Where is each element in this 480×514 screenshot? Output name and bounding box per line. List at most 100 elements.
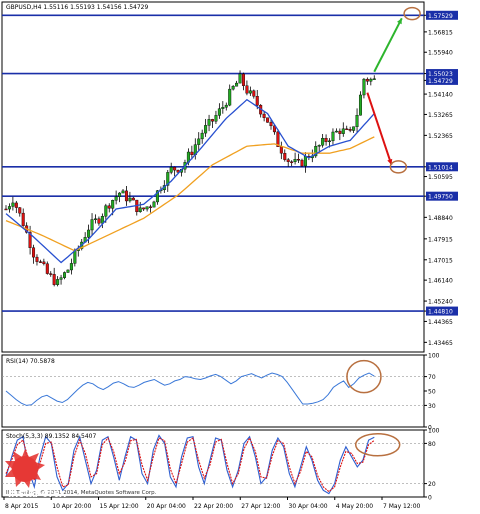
rsi-axis-label: 70 (428, 374, 436, 381)
candle-body (328, 140, 332, 143)
candle-body (365, 78, 369, 82)
candle-body (266, 117, 270, 123)
candle-body (121, 190, 125, 194)
rsi-axis-label: 100 (428, 353, 440, 360)
y-tick-label: 1.50595 (428, 174, 453, 181)
candle-body (197, 138, 201, 145)
candle-body (248, 90, 252, 94)
stoch-axis-label: 100 (428, 428, 440, 435)
candle-body (190, 151, 194, 156)
candle-body (214, 115, 218, 122)
x-tick-label: 22 Apr 20:00 (194, 503, 233, 510)
candle-body (104, 205, 108, 217)
y-tick-label: 1.44365 (428, 319, 453, 326)
candle-body (345, 128, 349, 131)
candle-body (173, 166, 177, 171)
candle-body (245, 85, 249, 94)
candle-body (18, 207, 22, 214)
y-tick-label: 1.47015 (428, 257, 453, 264)
candle-body (362, 78, 366, 96)
y-tick-label: 1.57529 (428, 13, 453, 20)
chart-window: 1.57529 1.56815 1.55940 1.55023 1.54729 1.541… (0, 0, 480, 510)
candle-body (42, 261, 46, 264)
y-tick-label: 1.52365 (428, 133, 453, 140)
y-tick-label: 1.53265 (428, 112, 453, 119)
y-tick-label: 1.44810 (428, 309, 453, 316)
candle-body (283, 152, 287, 160)
candle-body (290, 161, 294, 163)
candle-body (217, 108, 221, 116)
candle-body (331, 131, 335, 142)
candle-body (204, 125, 208, 134)
candle-body (255, 96, 259, 106)
candle-body (228, 88, 232, 106)
candle-body (221, 107, 225, 109)
candle-body (324, 138, 328, 142)
candle-body (35, 256, 39, 262)
stoch-axis-label: 20 (428, 481, 436, 488)
candle-body (118, 192, 122, 197)
candle-body (348, 128, 352, 131)
candle-body (321, 138, 325, 146)
candle-body (38, 261, 42, 263)
candle-body (252, 90, 256, 97)
candle-body (63, 272, 67, 278)
y-tick-label: 1.54140 (428, 92, 453, 99)
candle-body (52, 274, 56, 285)
candle-body (4, 208, 8, 211)
x-tick-label: 30 Apr 04:00 (289, 503, 328, 510)
x-tick-label: 7 May 12:00 (383, 503, 421, 510)
stoch-label: Stoch(5,3,3) 89.1352 84.5407 (6, 433, 97, 440)
rsi-label: RSI(14) 70.5878 (6, 358, 55, 365)
candle-body (341, 128, 345, 134)
candle-body (97, 218, 101, 224)
candle-body (286, 159, 290, 162)
candle-body (49, 273, 53, 275)
y-tick-label: 1.46140 (428, 278, 453, 285)
y-tick-label: 1.55940 (428, 50, 453, 57)
stoch-axis-label: 0 (428, 495, 432, 502)
candle-body (338, 130, 342, 134)
x-tick-label: 27 Apr 12:00 (241, 503, 280, 510)
candle-body (262, 113, 266, 118)
candle-body (45, 263, 49, 274)
chart-header: GBPUSD,H4 1.55116 1.55193 1.54156 1.5472… (6, 4, 148, 11)
candle-body (231, 85, 235, 90)
candle-body (207, 119, 211, 126)
candle-body (369, 78, 373, 82)
candle-body (7, 206, 11, 210)
y-tick-label: 1.43465 (428, 340, 453, 347)
candle-body (279, 146, 283, 154)
candle-body (303, 156, 307, 167)
candle-body (355, 115, 359, 127)
rsi-axis-label: 50 (428, 389, 436, 396)
y-tick-label: 1.56815 (428, 29, 453, 36)
candle-body (11, 202, 15, 207)
x-tick-label: 15 Apr 12:00 (100, 503, 139, 510)
candle-body (169, 166, 173, 173)
candle-body (69, 263, 73, 271)
candle-body (241, 73, 245, 86)
y-tick-label: 1.54729 (428, 78, 453, 85)
candle-body (124, 190, 128, 202)
candle-body (138, 207, 142, 213)
candle-body (352, 126, 356, 131)
candle-body (32, 247, 36, 258)
candle-body (107, 205, 111, 209)
candle-body (90, 219, 94, 231)
candle-body (59, 277, 63, 280)
candle-body (142, 207, 146, 210)
candle-body (149, 206, 153, 208)
candle-body (269, 122, 273, 127)
candle-body (224, 104, 228, 108)
candle-body (87, 229, 91, 238)
x-tick-label: 4 May 20:00 (336, 503, 374, 510)
candle-body (293, 158, 297, 162)
candle-body (73, 250, 77, 264)
candle-body (200, 132, 204, 140)
y-tick-label: 1.51014 (428, 164, 453, 171)
candle-body (111, 200, 115, 209)
candle-body (317, 145, 321, 147)
x-tick-label: 10 Apr 20:00 (52, 503, 91, 510)
candle-body (300, 159, 304, 167)
